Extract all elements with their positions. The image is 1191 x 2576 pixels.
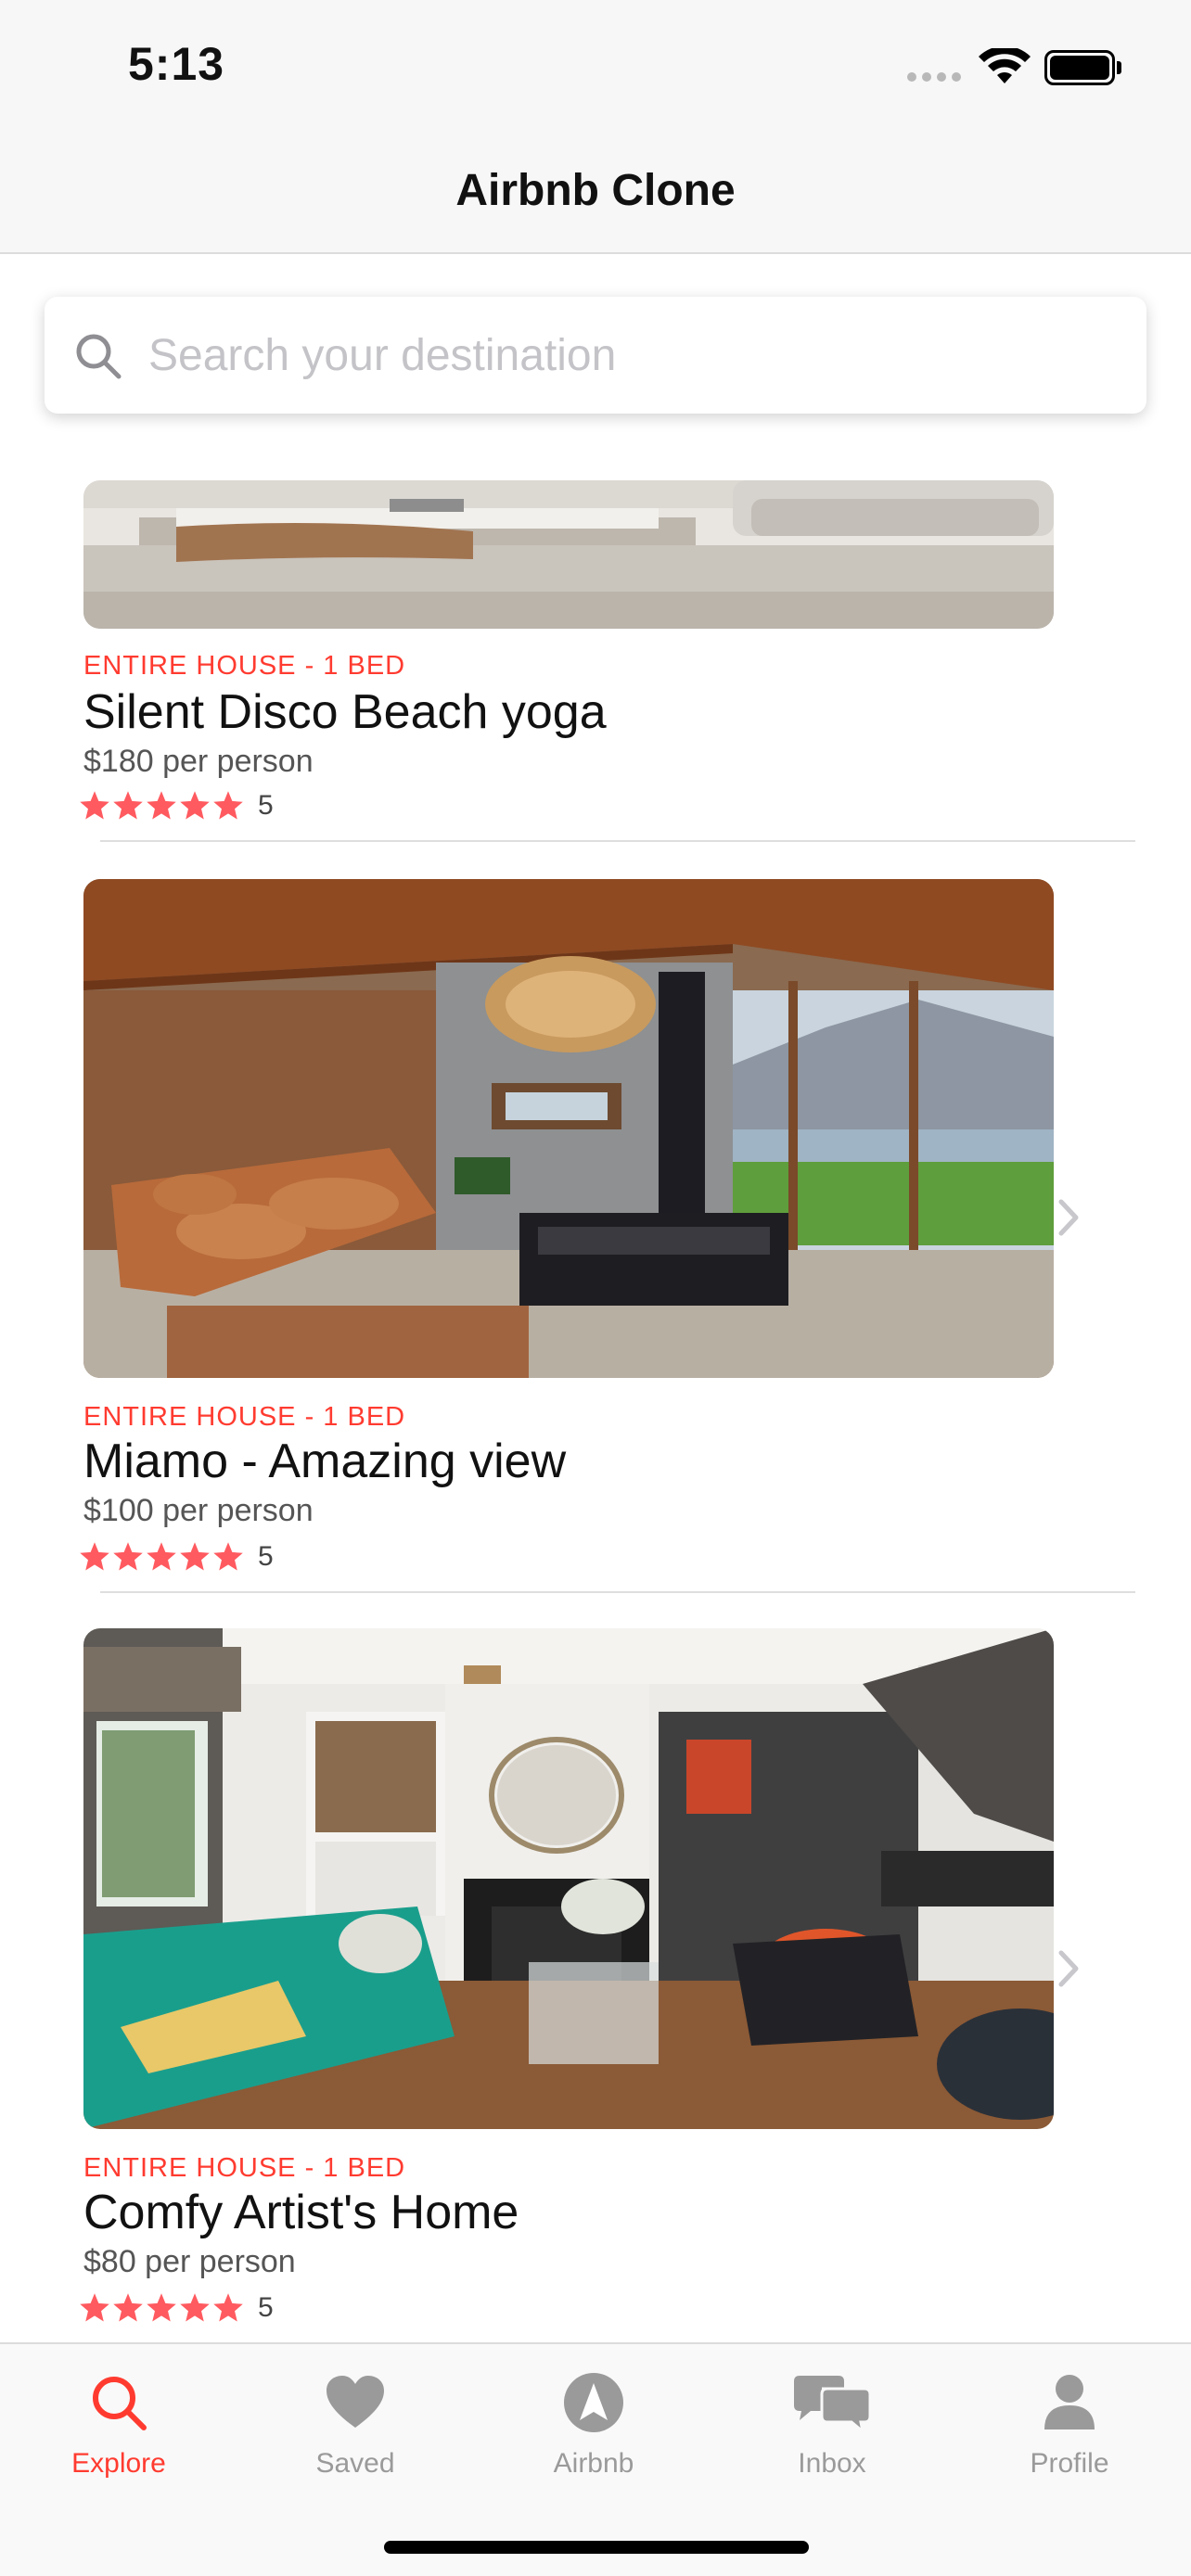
heart-icon: [327, 2376, 384, 2428]
star-icon: [213, 791, 243, 820]
star-icon: [180, 791, 210, 820]
tab-explore[interactable]: Explore: [35, 2370, 202, 2500]
star-icon: [213, 2293, 243, 2322]
rating-stars: 5: [78, 788, 274, 823]
tab-label: Explore: [71, 2448, 166, 2479]
person-icon: [1044, 2375, 1095, 2429]
star-icon: [113, 791, 143, 820]
page-title: Airbnb Clone: [455, 166, 736, 215]
chat-bubbles-icon: [794, 2376, 872, 2435]
tab-label: Profile: [1030, 2448, 1109, 2479]
star-icon: [147, 791, 176, 820]
rating-count: 5: [258, 1541, 274, 1572]
listing-title: Comfy Artist's Home: [83, 2186, 519, 2239]
listing-type: ENTIRE HOUSE - 1 BED: [83, 651, 406, 681]
listing-price: $180 per person: [83, 744, 314, 779]
chevron-right-icon[interactable]: [1056, 1196, 1082, 1239]
top-bar: 5:13 Airbnb Clone: [0, 0, 1191, 254]
listing-photo[interactable]: [83, 480, 1054, 629]
rating-stars: 5: [78, 2290, 274, 2326]
star-icon: [80, 1542, 109, 1571]
star-icon: [213, 1542, 243, 1571]
wifi-icon: [979, 48, 1031, 83]
chevron-right-icon[interactable]: [1056, 1947, 1082, 1990]
listing-photo[interactable]: [83, 879, 1054, 1378]
listing-photo[interactable]: [83, 1628, 1054, 2129]
tab-label: Inbox: [798, 2448, 866, 2479]
tab-inbox[interactable]: Inbox: [749, 2370, 916, 2500]
star-icon: [80, 2293, 109, 2322]
divider: [100, 1591, 1135, 1593]
listing-title: Miamo - Amazing view: [83, 1435, 567, 1488]
listing-price: $100 per person: [83, 1493, 314, 1528]
listing-type: ENTIRE HOUSE - 1 BED: [83, 2153, 406, 2183]
cellular-signal-icon: [907, 72, 963, 82]
rating-stars: 5: [78, 1539, 274, 1575]
rating-count: 5: [258, 790, 274, 821]
star-icon: [113, 2293, 143, 2322]
listing-title: Silent Disco Beach yoga: [83, 685, 607, 739]
rating-count: 5: [258, 2292, 274, 2323]
tab-profile[interactable]: Profile: [986, 2370, 1153, 2500]
status-time: 5:13: [128, 38, 225, 90]
star-icon: [147, 2293, 176, 2322]
search-icon: [76, 334, 122, 379]
home-indicator[interactable]: [384, 2541, 809, 2554]
search-input[interactable]: [148, 297, 1113, 414]
star-icon: [180, 2293, 210, 2322]
search-bar[interactable]: [45, 297, 1146, 414]
star-icon: [180, 1542, 210, 1571]
navigation-icon: [564, 2373, 623, 2432]
tab-airbnb[interactable]: Airbnb: [510, 2370, 677, 2500]
tab-label: Airbnb: [553, 2448, 634, 2479]
star-icon: [113, 1542, 143, 1571]
tab-saved[interactable]: Saved: [272, 2370, 439, 2500]
search-icon: [93, 2377, 147, 2430]
star-icon: [80, 791, 109, 820]
tab-label: Saved: [315, 2448, 395, 2479]
battery-icon: [1044, 50, 1122, 85]
listing-price: $80 per person: [83, 2244, 296, 2279]
divider: [100, 840, 1135, 842]
listing-type: ENTIRE HOUSE - 1 BED: [83, 1402, 406, 1432]
star-icon: [147, 1542, 176, 1571]
